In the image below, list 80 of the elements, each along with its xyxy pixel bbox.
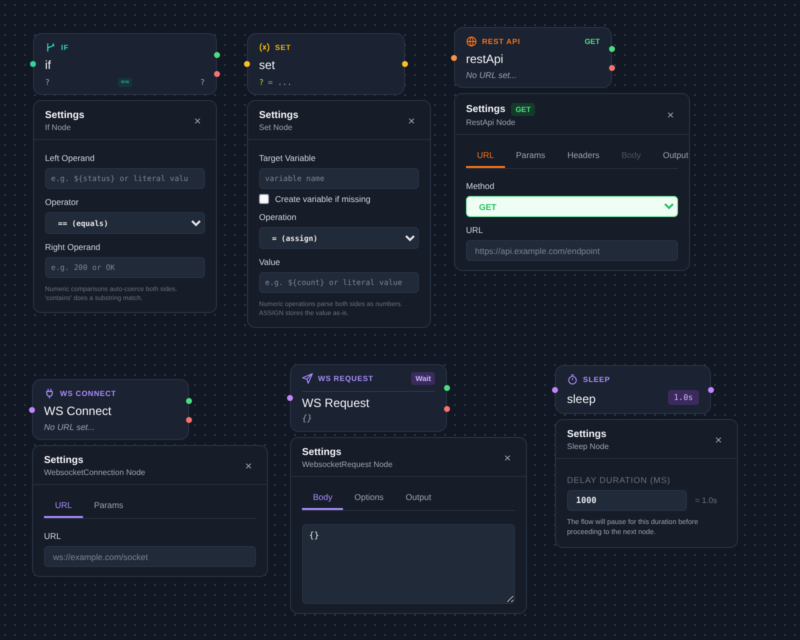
connection-port[interactable] <box>214 52 220 58</box>
connection-port[interactable] <box>214 71 220 78</box>
panel-title: Settings <box>259 110 298 121</box>
connection-port[interactable] <box>287 395 293 401</box>
panel-subtitle: WebsocketConnection Node <box>44 468 146 477</box>
panel-title: Settings <box>567 429 606 440</box>
field-label: Target Variable <box>259 153 317 163</box>
tab[interactable]: URL <box>44 495 84 518</box>
panel-subtitle: WebsocketRequest Node <box>302 460 394 469</box>
field-label: URL <box>44 531 62 541</box>
node-summary: {} <box>302 414 314 424</box>
node-summary: No URL set... <box>466 70 518 80</box>
duration-hint: = 1.0s <box>695 496 718 505</box>
close-button[interactable]: × <box>240 459 256 473</box>
tab[interactable]: Headers <box>556 145 610 168</box>
connection-port[interactable] <box>244 61 250 67</box>
panel-title: Settings <box>302 447 342 458</box>
tab[interactable]: Params <box>505 145 556 168</box>
operand: ? <box>200 78 205 87</box>
checkbox[interactable] <box>259 194 269 204</box>
node-title: set <box>259 58 276 72</box>
field-label: Left Operand <box>45 153 96 163</box>
field-label: Operation <box>259 212 298 222</box>
connection-port[interactable] <box>444 384 450 391</box>
tab[interactable]: Params <box>83 495 134 518</box>
globe-icon <box>466 36 477 46</box>
panel-subtitle: If Node <box>45 123 72 132</box>
connection-port[interactable] <box>186 398 192 404</box>
field-label: DELAY DURATION (MS) <box>567 475 672 485</box>
connection-port[interactable] <box>29 406 35 412</box>
body-editor[interactable]: {} <box>302 524 515 604</box>
connection-port[interactable] <box>444 406 450 412</box>
tab[interactable]: Output <box>394 487 442 510</box>
field-label: Value <box>259 257 282 267</box>
number-field[interactable]: 1000 <box>567 490 687 511</box>
node-title: WS Connect <box>44 404 112 418</box>
panel-subtitle: Set Node <box>259 123 294 132</box>
tab[interactable]: URL <box>466 145 506 168</box>
node-title: WS Request <box>302 396 370 410</box>
value-expression: = ... <box>268 78 292 87</box>
close-button[interactable]: × <box>662 108 678 122</box>
panel-title: Settings <box>45 110 84 121</box>
checkbox-label: Create variable if missing <box>275 194 370 204</box>
field-label: Operator <box>45 197 80 207</box>
tab[interactable]: Options <box>343 487 395 510</box>
close-button[interactable]: × <box>404 114 419 128</box>
text-field[interactable]: https://api.example.com/endpoint <box>466 240 678 261</box>
field-label: URL <box>466 225 484 235</box>
operand: ? <box>45 78 50 87</box>
duration-badge: 1.0s <box>668 390 699 404</box>
close-button[interactable]: × <box>190 114 205 128</box>
tab[interactable]: Output <box>652 145 700 168</box>
panel-subtitle: RestApi Node <box>466 118 516 127</box>
field-label: Right Operand <box>45 242 102 252</box>
connection-port[interactable] <box>186 416 192 423</box>
connection-port[interactable] <box>708 386 714 392</box>
tab[interactable]: Body <box>302 487 344 510</box>
panel-title: Settings <box>44 455 84 466</box>
panel-subtitle: Sleep Node <box>567 442 610 451</box>
send-icon <box>302 372 313 384</box>
close-button[interactable]: × <box>710 433 726 447</box>
connection-port[interactable] <box>609 64 615 71</box>
text-field[interactable]: ws://example.com/socket <box>44 546 256 567</box>
variable-icon <box>259 42 270 52</box>
close-button[interactable]: × <box>500 451 515 465</box>
target-variable: ? <box>259 78 264 87</box>
connection-port[interactable] <box>609 46 615 52</box>
panel-title: Settings <box>466 104 506 115</box>
node-title: if <box>45 58 52 72</box>
connection-port[interactable] <box>451 54 457 60</box>
node-summary: No URL set... <box>44 422 96 432</box>
stopwatch-icon <box>567 374 578 384</box>
connection-port[interactable] <box>30 61 36 67</box>
node-title: restApi <box>466 52 504 66</box>
plug-icon <box>44 388 55 398</box>
connection-port[interactable] <box>552 386 558 392</box>
branch-icon <box>45 42 56 52</box>
node-title: sleep <box>567 392 596 406</box>
connection-port[interactable] <box>402 61 408 67</box>
field-label: Method <box>466 181 496 191</box>
